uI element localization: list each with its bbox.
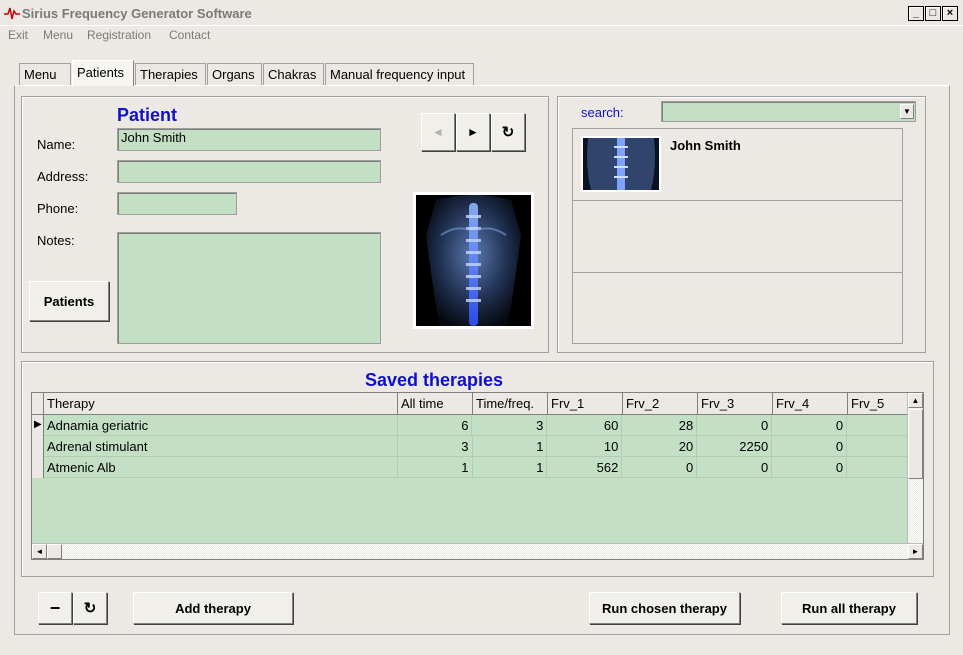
address-label: Address: [37, 169, 89, 184]
cell-frv-5[interactable] [847, 457, 910, 478]
header-frv-3[interactable]: Frv_3 [698, 393, 773, 415]
tab-chakras[interactable]: Chakras [263, 63, 324, 85]
header-all-time[interactable]: All time [398, 393, 473, 415]
vertical-scroll-thumb[interactable] [908, 409, 923, 479]
header-frv-5[interactable]: Frv_5 [848, 393, 910, 415]
cell-frv-4[interactable]: 0 [772, 457, 848, 478]
patient-results-list: John Smith [572, 128, 903, 344]
cell-frv-1[interactable]: 10 [547, 436, 623, 457]
cell-frv-4[interactable]: 0 [772, 415, 848, 436]
header-time-freq[interactable]: Time/freq. [473, 393, 548, 415]
cell-frv-1[interactable]: 562 [547, 457, 623, 478]
name-field[interactable]: John Smith [117, 128, 381, 151]
cell-therapy[interactable]: Atmenic Alb [44, 457, 398, 478]
patient-heading: Patient [117, 105, 178, 125]
patient-photo [413, 192, 534, 329]
list-item[interactable] [573, 201, 902, 273]
tab-menu[interactable]: Menu [19, 63, 71, 85]
saved-therapies-heading: Saved therapies [365, 370, 504, 390]
chevron-down-icon[interactable]: ▼ [900, 104, 914, 119]
result-name: John Smith [670, 138, 741, 153]
cell-frv-3[interactable]: 0 [697, 415, 773, 436]
notes-label: Notes: [37, 233, 75, 248]
header-therapy[interactable]: Therapy [44, 393, 398, 415]
table-row[interactable]: Adrenal stimulant 3 1 10 20 2250 0 [32, 436, 910, 457]
phone-label: Phone: [37, 201, 79, 216]
header-frv-1[interactable]: Frv_1 [548, 393, 623, 415]
cell-therapy[interactable]: Adrenal stimulant [44, 436, 398, 457]
tab-patients[interactable]: Patients [72, 60, 134, 86]
search-label: search: [581, 105, 624, 120]
cell-frv-5[interactable] [847, 436, 910, 457]
run-all-therapy-button[interactable]: Run all therapy [781, 592, 917, 624]
cell-frv-2[interactable]: 20 [622, 436, 698, 457]
patient-thumbnail [581, 136, 661, 192]
menu-menu[interactable]: Menu [43, 28, 73, 42]
name-label: Name: [37, 137, 76, 152]
run-chosen-therapy-button[interactable]: Run chosen therapy [589, 592, 740, 624]
row-indicator [32, 436, 44, 457]
scroll-right-icon[interactable]: ► [908, 544, 923, 559]
menu-registration[interactable]: Registration [87, 28, 151, 42]
maximize-button[interactable]: □ [925, 6, 941, 21]
table-row[interactable]: ▶ Adnamia geriatric 6 3 60 28 0 0 [32, 415, 910, 436]
table-row[interactable]: Atmenic Alb 1 1 562 0 0 0 [32, 457, 910, 478]
search-combobox[interactable]: ▼ [661, 101, 916, 122]
list-item[interactable] [573, 273, 902, 343]
refresh-record-button[interactable]: ↻ [491, 113, 525, 151]
cell-frv-2[interactable]: 0 [622, 457, 698, 478]
minimize-button[interactable]: _ [908, 6, 924, 21]
cell-frv-1[interactable]: 60 [547, 415, 623, 436]
app-logo-icon [4, 7, 20, 20]
cell-all-time[interactable]: 3 [398, 436, 473, 457]
row-selected-indicator: ▶ [32, 415, 44, 436]
menu-contact[interactable]: Contact [169, 28, 210, 42]
scroll-up-icon[interactable]: ▲ [908, 393, 923, 408]
horizontal-scroll-thumb[interactable] [47, 544, 62, 559]
phone-field[interactable] [117, 192, 237, 215]
horizontal-scrollbar[interactable]: ◄ ► [32, 543, 923, 559]
close-button[interactable]: × [942, 6, 958, 21]
vertical-scrollbar[interactable]: ▲ [907, 393, 923, 544]
therapies-table: Therapy All time Time/freq. Frv_1 Frv_2 … [31, 392, 924, 560]
add-therapy-button[interactable]: Add therapy [133, 592, 293, 624]
notes-field[interactable] [117, 232, 381, 344]
cell-frv-2[interactable]: 28 [622, 415, 698, 436]
patients-button[interactable]: Patients [29, 281, 109, 321]
next-record-button[interactable]: ► [456, 113, 490, 151]
tab-therapies[interactable]: Therapies [135, 63, 206, 85]
tab-manual-frequency-input[interactable]: Manual frequency input [325, 63, 474, 85]
header-frv-4[interactable]: Frv_4 [773, 393, 848, 415]
cell-time-freq[interactable]: 3 [472, 415, 548, 436]
remove-therapy-button[interactable]: − [38, 592, 72, 624]
cell-frv-3[interactable]: 0 [697, 457, 773, 478]
table-header: Therapy All time Time/freq. Frv_1 Frv_2 … [32, 393, 910, 415]
scroll-left-icon[interactable]: ◄ [32, 544, 47, 559]
tab-organs[interactable]: Organs [207, 63, 262, 85]
row-indicator [32, 457, 44, 478]
cell-time-freq[interactable]: 1 [473, 457, 548, 478]
prev-record-button[interactable]: ◄ [421, 113, 455, 151]
table-body: ▶ Adnamia geriatric 6 3 60 28 0 0 Adrena… [32, 415, 910, 478]
cell-all-time[interactable]: 6 [398, 415, 473, 436]
window-title: Sirius Frequency Generator Software [22, 6, 252, 21]
header-indicator [32, 393, 44, 415]
cell-all-time[interactable]: 1 [398, 457, 473, 478]
cell-therapy[interactable]: Adnamia geriatric [44, 415, 398, 436]
address-field[interactable] [117, 160, 381, 183]
refresh-therapies-button[interactable]: ↻ [73, 592, 107, 624]
cell-frv-3[interactable]: 2250 [697, 436, 773, 457]
menu-exit[interactable]: Exit [8, 28, 28, 42]
cell-time-freq[interactable]: 1 [473, 436, 548, 457]
header-frv-2[interactable]: Frv_2 [623, 393, 698, 415]
list-item[interactable]: John Smith [573, 129, 902, 201]
cell-frv-4[interactable]: 0 [772, 436, 848, 457]
cell-frv-5[interactable] [847, 415, 910, 436]
spine-image [416, 195, 531, 326]
